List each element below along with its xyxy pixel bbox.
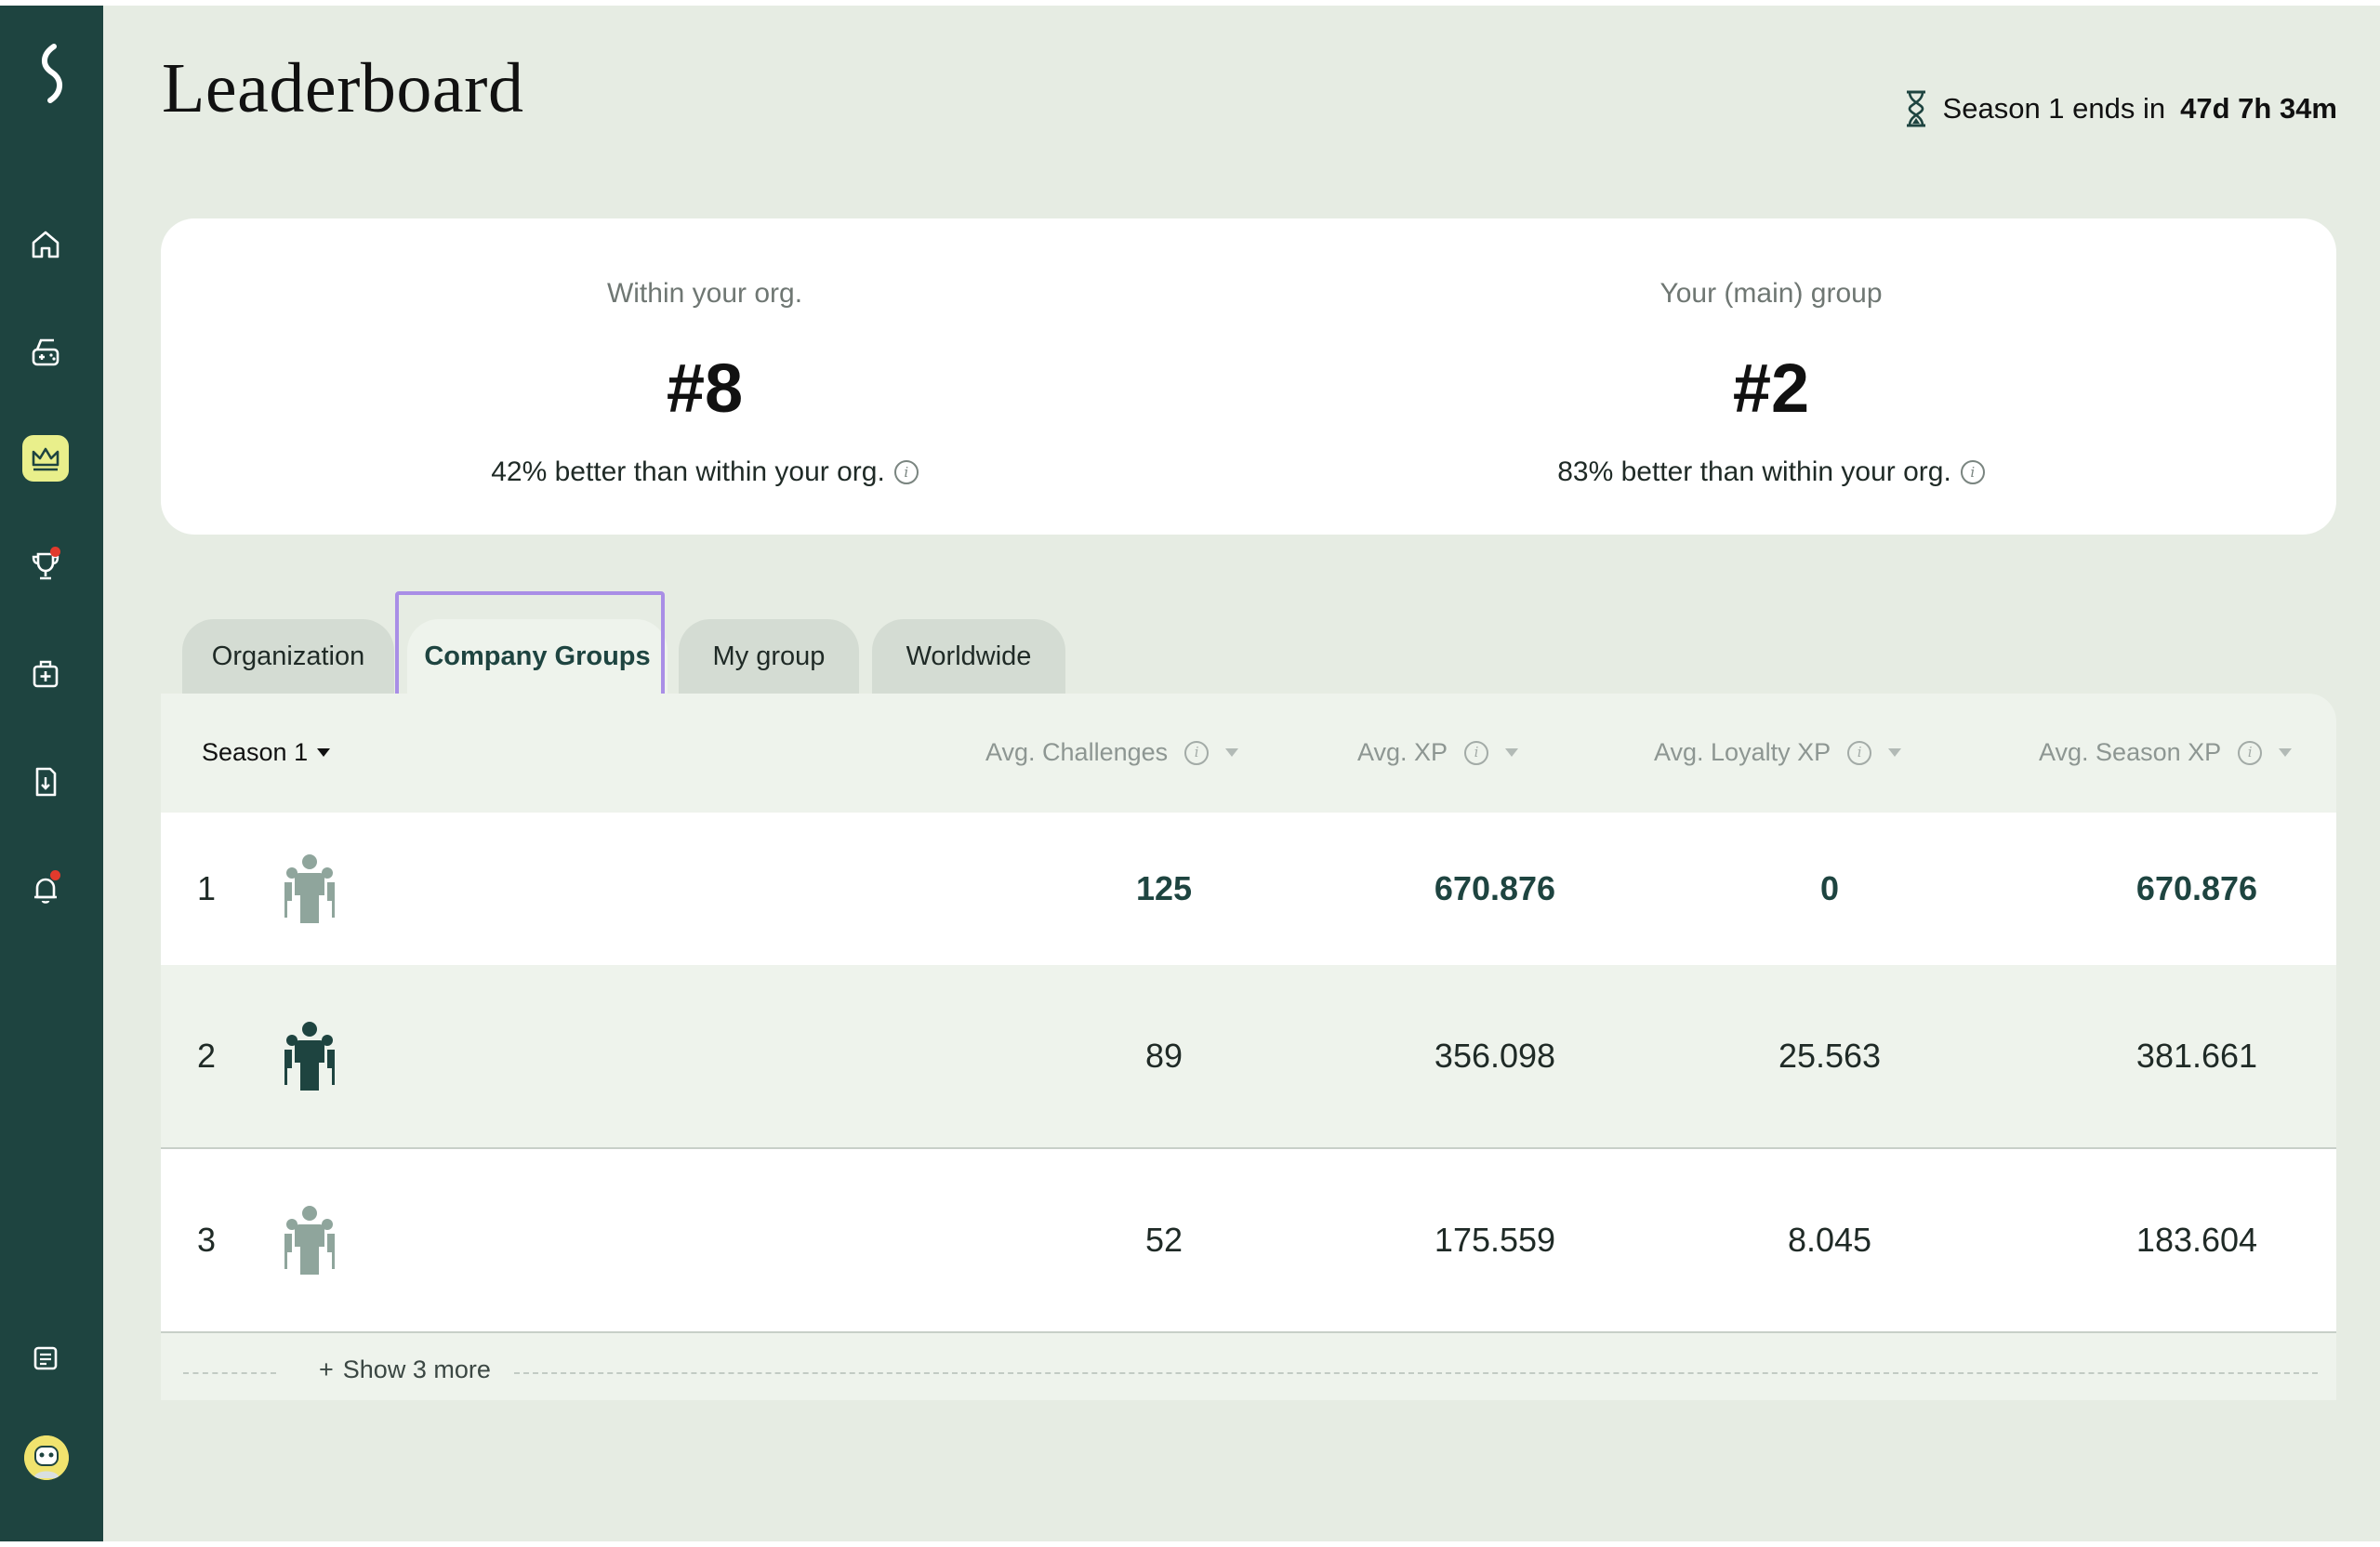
avg-season-xp-value: 670.876: [2135, 869, 2258, 907]
table-row[interactable]: 1 125 670.876 0 670.876: [161, 813, 2336, 965]
column-avg-season-xp[interactable]: Avg. Season XP i: [2039, 738, 2293, 767]
column-label: Avg. Season XP: [2039, 738, 2222, 766]
group-icon: [272, 813, 347, 965]
avg-xp-value: 670.876: [1434, 869, 1556, 907]
avg-xp-value: 356.098: [1434, 1037, 1556, 1075]
rank-position: 2: [196, 1037, 217, 1075]
stat-description-text: 42% better than within your org.: [491, 456, 885, 487]
info-icon[interactable]: i: [1184, 740, 1210, 765]
sidebar-item-games[interactable]: [22, 329, 69, 376]
avg-loyalty-xp-value: 8.045: [1787, 1221, 1872, 1259]
rank-position: 3: [196, 1221, 217, 1259]
org-rank-stat: Within your org. #8 42% better than with…: [161, 218, 1249, 535]
focus-highlight: [395, 591, 665, 707]
avg-loyalty-xp-value: 25.563: [1778, 1037, 1882, 1075]
sort-icon[interactable]: [2279, 748, 2293, 757]
info-icon[interactable]: i: [1847, 740, 1872, 765]
hourglass-icon: [1906, 90, 1925, 127]
column-label: Avg. XP: [1357, 738, 1448, 766]
table-row[interactable]: 2 89 356.098 25.563 381.661: [161, 965, 2336, 1149]
sort-icon[interactable]: [1225, 748, 1239, 757]
plus-icon: +: [319, 1355, 334, 1383]
avg-season-xp-value: 381.661: [2135, 1037, 2258, 1075]
crown-icon: [32, 447, 60, 471]
page-title: Leaderboard: [162, 49, 524, 127]
stat-rank: #2: [1732, 350, 1810, 427]
divider: [183, 1372, 276, 1374]
user-avatar[interactable]: [24, 1435, 69, 1480]
group-rank-stat: Your (main) group #2 83% better than wit…: [1227, 218, 2315, 535]
sidebar: [0, 6, 103, 1541]
sort-icon[interactable]: [1505, 748, 1519, 757]
app-frame: Leaderboard Season 1 ends in 47d 7h 34m …: [0, 6, 2380, 1541]
ranking-summary-card: Within your org. #8 42% better than with…: [161, 218, 2336, 535]
stat-description-text: 83% better than within your org.: [1557, 456, 1951, 487]
info-icon[interactable]: i: [893, 460, 919, 484]
column-avg-xp[interactable]: Avg. XP i: [1357, 738, 1519, 767]
column-label: Avg. Challenges: [985, 738, 1169, 766]
gamepad-icon: [32, 338, 60, 366]
info-icon[interactable]: i: [2238, 740, 2263, 765]
chat-icon: [33, 1346, 58, 1370]
season-countdown-label: Season 1 ends in: [1942, 92, 2166, 125]
group-icon: [272, 1149, 347, 1331]
sidebar-item-leaderboard[interactable]: [22, 435, 69, 482]
chevron-down-icon: [317, 748, 331, 757]
sidebar-item-chat[interactable]: [22, 1335, 69, 1382]
info-icon[interactable]: i: [1960, 460, 1985, 484]
sidebar-item-home[interactable]: [22, 221, 69, 268]
column-avg-loyalty-xp[interactable]: Avg. Loyalty XP i: [1654, 738, 1902, 767]
info-icon[interactable]: i: [1464, 740, 1489, 765]
sidebar-item-notifications[interactable]: [22, 866, 69, 913]
group-icon: [284, 1022, 335, 1091]
app-logo[interactable]: [26, 41, 78, 106]
table-row[interactable]: 3 52 175.559 8.045 183.604: [161, 1149, 2336, 1333]
group-icon: [272, 965, 347, 1147]
notification-dot: [50, 870, 60, 880]
sort-icon[interactable]: [1888, 748, 1902, 757]
sidebar-item-documents[interactable]: [22, 759, 69, 805]
medkit-icon: [33, 660, 59, 688]
season-countdown: Season 1 ends in 47d 7h 34m: [1904, 89, 2337, 128]
stat-description: 42% better than within your org. i: [161, 456, 1249, 488]
sidebar-item-health[interactable]: [22, 651, 69, 697]
leaderboard-table: Season 1 Avg. Challenges i Avg. XP i Avg…: [161, 694, 2336, 1400]
column-label: Avg. Loyalty XP: [1654, 738, 1831, 766]
divider: [514, 1372, 2318, 1374]
avg-loyalty-xp-value: 0: [1819, 869, 1840, 907]
show-more-button[interactable]: + Show 3 more: [304, 1355, 506, 1384]
avg-challenges-value: 125: [1135, 869, 1193, 907]
season-dropdown-label: Season 1: [202, 738, 309, 766]
show-more-label: Show 3 more: [342, 1355, 491, 1383]
tab-worldwide[interactable]: Worldwide: [872, 619, 1065, 694]
group-icon: [284, 1206, 335, 1275]
notification-dot: [50, 547, 60, 557]
rank-position: 1: [196, 869, 217, 907]
home-icon: [32, 231, 60, 258]
season-dropdown[interactable]: Season 1: [202, 738, 331, 767]
avg-season-xp-value: 183.604: [2135, 1221, 2258, 1259]
avg-challenges-value: 52: [1144, 1221, 1183, 1259]
group-icon: [284, 854, 335, 923]
avg-xp-value: 175.559: [1434, 1221, 1556, 1259]
stat-label: Within your org.: [606, 278, 803, 309]
stat-description: 83% better than within your org. i: [1227, 456, 2315, 488]
avg-challenges-value: 89: [1144, 1037, 1183, 1075]
document-icon: [35, 767, 57, 797]
stat-label: Your (main) group: [1659, 278, 1883, 309]
tab-organization[interactable]: Organization: [182, 619, 394, 694]
sidebar-item-trophies[interactable]: [22, 543, 69, 589]
tab-my-group[interactable]: My group: [679, 619, 859, 694]
table-header: Season 1 Avg. Challenges i Avg. XP i Avg…: [161, 694, 2336, 813]
season-countdown-value: 47d 7h 34m: [2180, 92, 2337, 125]
stat-rank: #8: [666, 350, 744, 427]
show-more-row: + Show 3 more: [183, 1354, 2318, 1391]
column-avg-challenges[interactable]: Avg. Challenges i: [985, 738, 1239, 767]
